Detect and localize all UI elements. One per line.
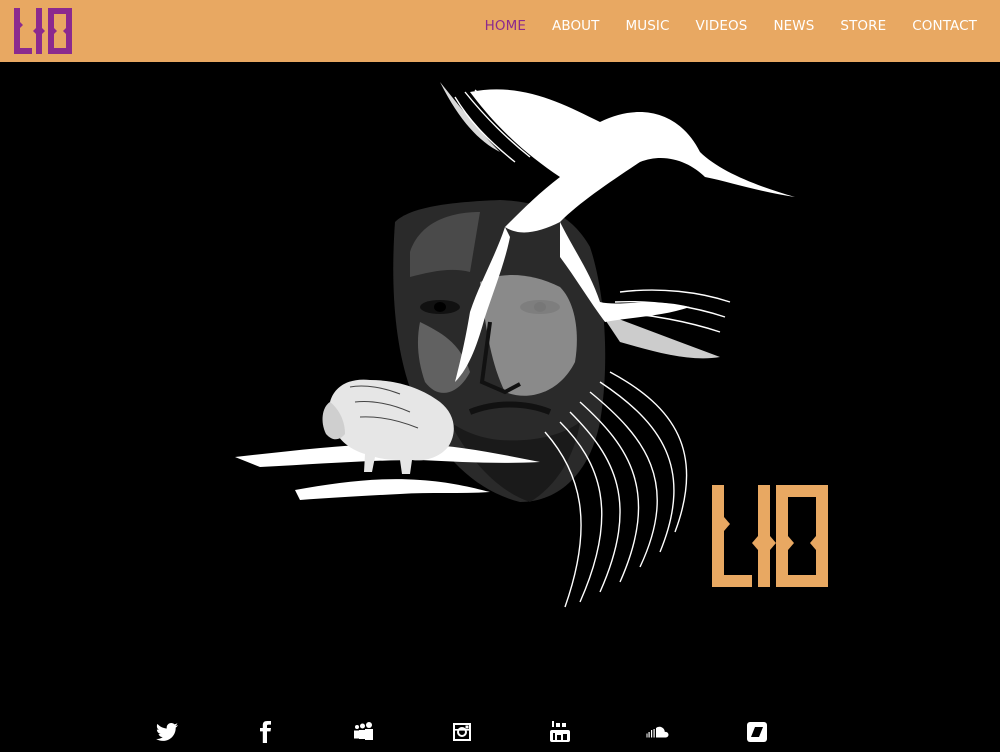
hero-lio-logo xyxy=(712,485,828,587)
nav-item-contact[interactable]: CONTACT xyxy=(912,18,977,34)
facebook-icon[interactable] xyxy=(253,720,277,744)
site-logo[interactable] xyxy=(14,4,72,54)
soundcloud-icon[interactable] xyxy=(646,720,670,744)
instagram-icon[interactable] xyxy=(450,720,474,744)
lio-logo-icon xyxy=(14,8,72,54)
bandcamp-icon[interactable] xyxy=(745,720,769,744)
twitter-icon[interactable] xyxy=(155,720,179,744)
site-header: HOME ABOUT MUSIC VIDEOS NEWS STORE CONTA… xyxy=(0,0,1000,62)
nav-item-home[interactable]: HOME xyxy=(485,18,526,34)
nav-item-music[interactable]: MUSIC xyxy=(626,18,670,34)
youtube-icon[interactable] xyxy=(548,720,572,744)
nav-item-store[interactable]: STORE xyxy=(840,18,886,34)
hero-illustration xyxy=(235,82,828,608)
main-nav: HOME ABOUT MUSIC VIDEOS NEWS STORE CONTA… xyxy=(459,0,977,52)
social-links xyxy=(0,720,1000,752)
hero-artwork xyxy=(0,62,1000,682)
myspace-icon[interactable] xyxy=(352,720,376,744)
nav-item-about[interactable]: ABOUT xyxy=(552,18,600,34)
nav-item-videos[interactable]: VIDEOS xyxy=(696,18,748,34)
nav-item-news[interactable]: NEWS xyxy=(773,18,814,34)
